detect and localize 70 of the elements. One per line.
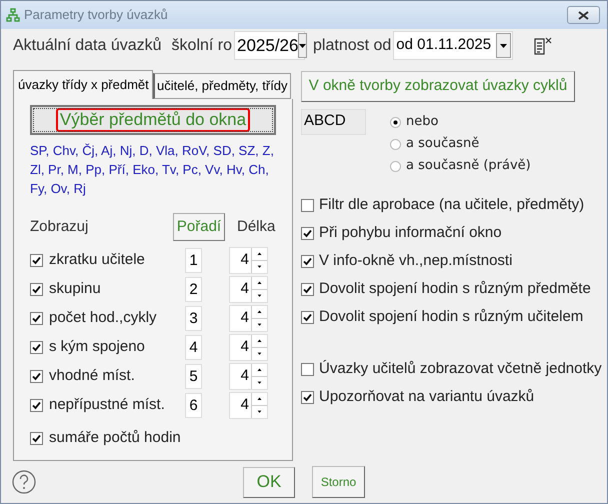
option-label: zkratku učitele — [49, 250, 146, 270]
help-icon[interactable] — [12, 470, 36, 494]
checkbox[interactable] — [301, 198, 314, 212]
option-label: Při pohybu informační okno — [319, 222, 502, 243]
length-spinner[interactable]: 4 — [229, 392, 268, 419]
validity-label: platnost od — [313, 36, 392, 56]
school-year-combo[interactable]: 2025/26 — [234, 31, 306, 60]
checkbox[interactable] — [30, 432, 43, 444]
checkbox[interactable] — [30, 370, 43, 383]
radio-label: a současně (právě) — [406, 157, 531, 176]
checkbox[interactable] — [301, 282, 314, 296]
order-field[interactable]: 5 — [185, 364, 202, 389]
length-spinner[interactable]: 4 — [229, 247, 268, 274]
option-label: sumáře počtů hodin — [49, 428, 181, 448]
order-field[interactable]: 1 — [185, 248, 202, 273]
header-label: Aktuální data úvazků — [13, 36, 162, 56]
radio-button[interactable] — [390, 138, 401, 150]
cancel-button[interactable]: Storno — [312, 466, 365, 498]
option-label: nepřípustné míst. — [49, 395, 166, 416]
checkbox[interactable] — [301, 254, 314, 268]
ok-button[interactable]: OK — [243, 466, 295, 498]
order-field[interactable]: 4 — [185, 335, 202, 360]
length-spinner[interactable]: 4 — [229, 334, 268, 361]
checkbox[interactable] — [301, 226, 314, 240]
option-label: Dovolit spojení hodin s různým učitelem — [319, 306, 584, 327]
order-field[interactable]: 2 — [185, 277, 202, 302]
order-field[interactable]: 3 — [185, 306, 202, 331]
length-heading: Délka — [237, 216, 276, 237]
cycle-button[interactable]: V okně tvorby zobrazovat úvazky cyklů — [301, 71, 575, 102]
subject-selection-button[interactable]: Výběr předmětů do okna — [30, 105, 276, 135]
option-label: vhodné míst. — [49, 366, 136, 386]
close-button[interactable] — [567, 6, 600, 24]
tab[interactable]: úvazky třídy x předmět — [13, 70, 153, 99]
checkbox[interactable] — [30, 341, 43, 354]
option-label: V info-okně vh.,nep.místnosti — [319, 250, 512, 271]
checkbox[interactable] — [30, 254, 43, 267]
display-heading: Zobrazuj — [30, 216, 90, 237]
checkbox[interactable] — [301, 362, 314, 376]
close-icon — [578, 10, 589, 20]
option-label: s kým spojeno — [49, 337, 146, 358]
radio-button[interactable] — [390, 116, 401, 128]
window-title: Parametry tvorby úvazků — [24, 6, 168, 24]
school-year-label: školní ro — [172, 36, 232, 56]
dropdown-icon — [500, 44, 508, 48]
hierarchy-icon — [6, 8, 20, 22]
pattern-label: ABCD — [301, 109, 366, 135]
option-label: Dovolit spojení hodin s různým předměte — [319, 278, 591, 299]
radio-label: a současně — [406, 135, 480, 154]
length-spinner[interactable]: 4 — [229, 363, 268, 390]
checkbox[interactable] — [301, 310, 314, 324]
length-spinner[interactable]: 4 — [229, 305, 268, 332]
checkbox[interactable] — [30, 399, 43, 412]
dropdown-icon — [299, 44, 306, 48]
checkbox[interactable] — [30, 283, 43, 296]
checkbox[interactable] — [30, 312, 43, 325]
subject-list: SP, Chv, Čj, Aj, Nj, D, Vla, RoV, SD, SZ, Z, Zl, Pr, M, Pp, Pří, Eko, Tv, Pc, Vv, Hv, Ch, Fy, Ov, Rj — [30, 141, 280, 198]
order-field[interactable]: 6 — [185, 393, 202, 418]
option-label: Upozorňovat na variantu úvazků — [319, 386, 534, 407]
radio-button[interactable] — [390, 160, 401, 172]
tab[interactable]: učitelé, předměty, třídy — [153, 73, 291, 99]
option-label: počet hod.,cykly — [49, 308, 158, 328]
checkbox[interactable] — [301, 390, 314, 404]
option-label: skupinu — [49, 279, 102, 300]
clear-list-icon[interactable] — [533, 36, 554, 56]
option-label: Úvazky učitelů zobrazovat včetně jednotky — [319, 358, 602, 379]
length-spinner[interactable]: 4 — [229, 276, 268, 303]
option-label: Filtr dle aprobace (na učitele, předměty) — [319, 194, 584, 215]
order-button[interactable]: Pořadí — [173, 213, 225, 241]
radio-label: nebo — [406, 113, 438, 132]
validity-combo[interactable]: od 01.11.2025 — [393, 31, 514, 60]
